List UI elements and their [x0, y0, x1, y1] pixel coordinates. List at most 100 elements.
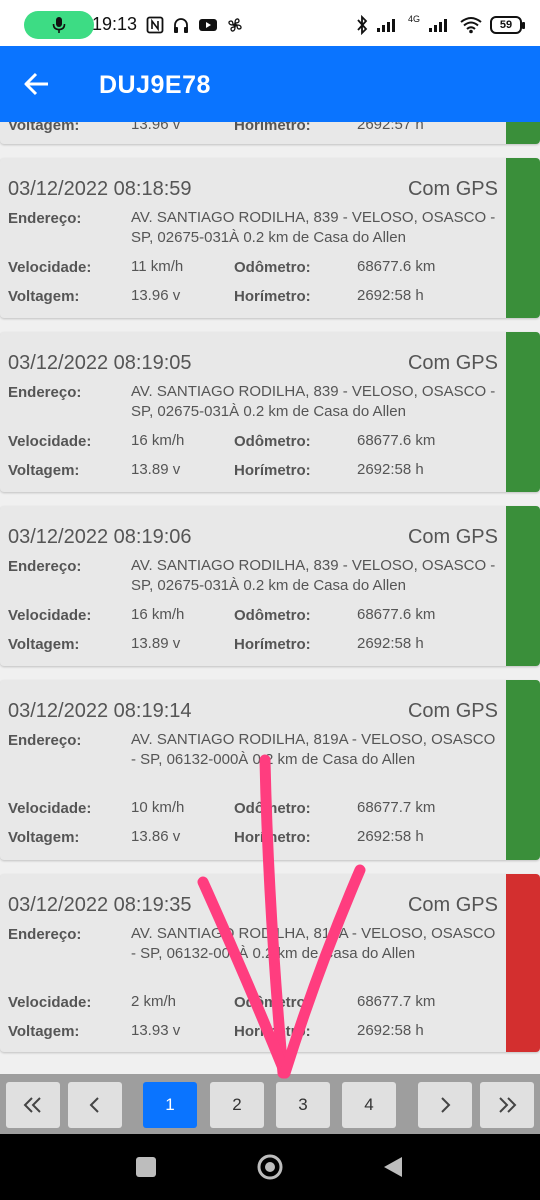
youtube-icon [199, 19, 217, 31]
status-bar: 19:13 4G 59 [0, 0, 540, 46]
gps-status: Com GPS [407, 894, 498, 916]
battery-icon: 59 [490, 16, 525, 34]
voltage-value: 13.86 v [131, 828, 181, 845]
page-button-2[interactable]: 2 [210, 1082, 264, 1128]
nfc-icon [146, 16, 164, 34]
hour-meter-label: Horímetro: [234, 1023, 311, 1040]
voltage-value: 13.96 v [131, 287, 181, 304]
voltage-value: 13.96 v [131, 122, 181, 133]
voltage-label: Voltagem: [8, 462, 80, 479]
speed-value: 10 km/h [131, 799, 185, 816]
first-page-button[interactable] [6, 1082, 60, 1128]
double-chevron-left-icon [23, 1097, 41, 1113]
chevron-right-icon [441, 1097, 451, 1113]
nav-buttons [136, 1154, 402, 1180]
odometer-label: Odômetro: [234, 607, 311, 624]
address-label: Endereço: [8, 384, 82, 401]
list-item[interactable]: 03/12/2022 08:19:05 Com GPS Endereço: AV… [0, 332, 540, 492]
address-value: AV. SANTIAGO RODILHA, 819A - VELOSO, OSA… [131, 925, 496, 962]
list-item[interactable]: 03/12/2022 08:19:14 Com GPS Endereço: AV… [0, 680, 540, 860]
hour-meter-value: 2692:58 h [357, 635, 424, 652]
odometer-value: 68677.6 km [357, 258, 436, 275]
hour-meter-label: Horímetro: [234, 288, 311, 305]
next-page-button[interactable] [418, 1082, 472, 1128]
last-page-button[interactable] [480, 1082, 534, 1128]
mic-active-indicator[interactable] [24, 11, 94, 39]
list-item[interactable]: 03/12/2022 08:18:59 Com GPS Endereço: AV… [0, 158, 540, 318]
speed-value: 2 km/h [131, 993, 177, 1010]
gps-status-bar [506, 332, 540, 492]
gps-status-bar [506, 874, 540, 1052]
address-label: Endereço: [8, 732, 82, 749]
headphones-icon [174, 18, 188, 33]
voltage-label: Voltagem: [8, 1023, 80, 1040]
speed-value: 11 km/h [131, 258, 184, 275]
speed-label: Velocidade: [8, 800, 92, 817]
list-item[interactable]: 03/12/2022 08:19:06 Com GPS Endereço: AV… [0, 506, 540, 666]
hour-meter-label: Horímetro: [234, 462, 311, 479]
back-button[interactable] [22, 70, 52, 98]
bluetooth-icon [357, 15, 368, 35]
record-datetime: 03/12/2022 08:19:14 [8, 700, 192, 722]
speed-value: 16 km/h [131, 432, 185, 449]
hour-meter-label: Horímetro: [234, 122, 311, 134]
list-item[interactable]: 03/12/2022 08:19:35 Com GPS Endereço: AV… [0, 874, 540, 1052]
hour-meter-value: 2692:58 h [357, 287, 424, 304]
address-value: AV. SANTIAGO RODILHA, 839 - VELOSO, OSAS… [131, 209, 496, 246]
gps-status-bar [506, 122, 540, 144]
record-datetime: 03/12/2022 08:18:59 [8, 178, 192, 200]
signal-strength-icon [376, 19, 395, 32]
app-bar: DUJ9E78 [0, 46, 540, 122]
gps-status: Com GPS [407, 526, 498, 548]
odometer-value: 68677.6 km [357, 432, 436, 449]
address-label: Endereço: [8, 558, 82, 575]
home-button-dot [265, 1162, 275, 1172]
back-nav-button[interactable] [384, 1157, 402, 1177]
speed-label: Velocidade: [8, 994, 92, 1011]
voltage-label: Voltagem: [8, 122, 80, 134]
arrow-left-icon [24, 72, 48, 96]
odometer-value: 68677.7 km [357, 993, 436, 1010]
page-button-4[interactable]: 4 [342, 1082, 396, 1128]
microphone-icon [52, 17, 66, 33]
prev-page-button[interactable] [68, 1082, 122, 1128]
odometer-value: 68677.7 km [357, 799, 436, 816]
hour-meter-label: Horímetro: [234, 829, 311, 846]
record-datetime: 03/12/2022 08:19:06 [8, 526, 192, 548]
system-nav-bar [0, 1134, 540, 1200]
voltage-label: Voltagem: [8, 829, 80, 846]
fan-icon [228, 18, 242, 32]
odometer-value: 68677.6 km [357, 606, 436, 623]
gps-status-bar [506, 680, 540, 860]
speed-label: Velocidade: [8, 433, 92, 450]
wifi-icon [460, 17, 482, 34]
records-list[interactable]: Voltagem: 13.96 v Horímetro: 2692:57 h 0… [0, 122, 540, 1074]
speed-label: Velocidade: [8, 259, 92, 276]
speed-label: Velocidade: [8, 607, 92, 624]
hour-meter-value: 2692:58 h [357, 828, 424, 845]
signal-strength-icon-2 [429, 19, 447, 32]
list-item-partial[interactable]: Voltagem: 13.96 v Horímetro: 2692:57 h [0, 122, 540, 144]
odometer-label: Odômetro: [234, 800, 311, 817]
page-title: DUJ9E78 [99, 71, 211, 99]
hour-meter-value: 2692:58 h [357, 1022, 424, 1039]
address-label: Endereço: [8, 926, 82, 943]
gps-status-bar [506, 158, 540, 318]
page-button-3[interactable]: 3 [276, 1082, 330, 1128]
record-datetime: 03/12/2022 08:19:05 [8, 352, 192, 374]
address-value: AV. SANTIAGO RODILHA, 819A - VELOSO, OSA… [131, 731, 496, 768]
recents-button[interactable] [136, 1157, 156, 1177]
page-button-1[interactable]: 1 [143, 1082, 197, 1128]
gps-status: Com GPS [407, 178, 498, 200]
voltage-value: 13.93 v [131, 1022, 181, 1039]
pagination-bar: 1 2 3 4 [0, 1074, 540, 1134]
speed-value: 16 km/h [131, 606, 185, 623]
gps-status-bar [506, 506, 540, 666]
address-label: Endereço: [8, 210, 82, 227]
address-value: AV. SANTIAGO RODILHA, 839 - VELOSO, OSAS… [131, 557, 496, 594]
address-value: AV. SANTIAGO RODILHA, 839 - VELOSO, OSAS… [131, 383, 496, 420]
voltage-value: 13.89 v [131, 635, 181, 652]
voltage-value: 13.89 v [131, 461, 181, 478]
odometer-label: Odômetro: [234, 259, 311, 276]
voltage-label: Voltagem: [8, 636, 80, 653]
